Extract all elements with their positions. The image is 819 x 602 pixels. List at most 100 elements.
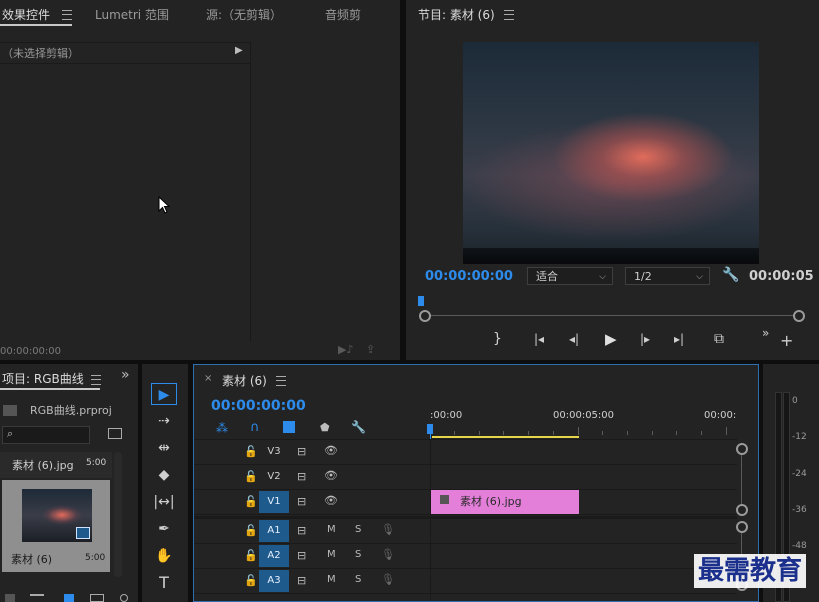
step-back-icon[interactable]: ◂|	[569, 332, 579, 346]
video-track-v2[interactable]: 🔓 V2 ⊟ 👁	[194, 465, 737, 490]
expand-triangle-icon[interactable]: ▶	[235, 45, 243, 56]
export-frame-icon[interactable]: ⧉	[714, 331, 724, 347]
project-item-selected[interactable]: 素材 (6) 5:00	[2, 480, 110, 572]
lock-track-icon[interactable]: 🔓	[244, 445, 258, 458]
snap-icon[interactable]: ⁂	[216, 421, 228, 435]
solo-button[interactable]: S	[355, 549, 361, 560]
marker-icon[interactable]: ⬟	[320, 421, 330, 434]
track-label-v1[interactable]: V1	[259, 491, 289, 513]
solo-button[interactable]: S	[355, 574, 361, 585]
tab-source[interactable]: 源:（无剪辑）	[206, 6, 282, 23]
lock-track-icon[interactable]: 🔓	[244, 524, 258, 537]
go-to-in-icon[interactable]: |◂	[534, 332, 544, 346]
go-to-out-icon[interactable]: ▸|	[674, 332, 684, 346]
track-label-a3[interactable]: A3	[259, 570, 289, 592]
sync-lock-icon[interactable]: ⊟	[297, 549, 306, 562]
track-label-a2[interactable]: A2	[259, 545, 289, 567]
freeform-view-icon[interactable]	[90, 594, 104, 602]
project-scrollbar[interactable]	[114, 452, 122, 577]
hand-tool-icon[interactable]: ✋	[151, 545, 177, 567]
add-marker-nest-icon[interactable]	[283, 421, 295, 433]
more-controls-icon[interactable]: »	[762, 326, 769, 340]
ripple-edit-tool-icon[interactable]: ⇹	[151, 437, 177, 459]
sync-lock-icon[interactable]: ⊟	[297, 445, 306, 458]
list-item[interactable]: 素材 (6).jpg 5:00	[0, 452, 112, 478]
eye-icon[interactable]: 👁	[324, 469, 338, 482]
track-select-tool-icon[interactable]: ⇢	[151, 410, 177, 432]
more-panels-icon[interactable]: »	[121, 367, 130, 383]
tab-audio-clip-mixer[interactable]: 音频剪	[325, 6, 361, 23]
audio-track-a2[interactable]: 🔓 A2 ⊟ M S 🎙	[194, 544, 737, 569]
pen-tool-icon[interactable]: ✒	[151, 518, 177, 540]
scroll-end-handle[interactable]	[793, 310, 805, 322]
mute-button[interactable]: M	[327, 524, 336, 535]
audio-track-a3[interactable]: 🔓 A3 ⊟ M S 🎙	[194, 569, 737, 594]
add-button-icon[interactable]: +	[780, 331, 793, 350]
effects-timecode[interactable]: 00:00:00:00	[0, 346, 61, 357]
linked-selection-icon[interactable]: ∩	[250, 420, 260, 435]
mark-out-icon[interactable]: }	[493, 331, 502, 347]
audio-vscroll-top[interactable]	[736, 521, 748, 533]
timeline-clip[interactable]: 素材 (6).jpg	[431, 490, 579, 514]
work-area-bar[interactable]	[432, 436, 579, 438]
play-audio-icon[interactable]: ▶♪	[338, 343, 353, 356]
time-ruler[interactable]	[430, 423, 738, 437]
timeline-settings-wrench-icon[interactable]: 🔧	[351, 420, 366, 434]
play-icon[interactable]: ▶	[605, 330, 617, 348]
step-forward-icon[interactable]: |▸	[640, 332, 650, 346]
scroll-start-handle[interactable]	[419, 310, 431, 322]
monitor-scrollbar[interactable]	[428, 315, 796, 316]
lock-track-icon[interactable]: 🔓	[244, 470, 258, 483]
panel-menu-icon[interactable]	[62, 10, 72, 20]
selection-tool-icon[interactable]: ▶	[151, 383, 177, 405]
panel-menu-icon[interactable]	[276, 376, 286, 386]
track-label-a1[interactable]: A1	[259, 520, 289, 542]
mute-button[interactable]: M	[327, 549, 336, 560]
fit-dropdown[interactable]: 适合 ⌵	[527, 267, 613, 285]
type-tool-icon[interactable]: T	[151, 572, 177, 594]
solo-button[interactable]: S	[355, 524, 361, 535]
audio-track-a1[interactable]: 🔓 A1 ⊟ M S 🎙	[194, 519, 737, 544]
sync-lock-icon[interactable]: ⊟	[297, 524, 306, 537]
panel-menu-icon[interactable]	[91, 375, 101, 385]
lock-track-icon[interactable]: 🔓	[244, 495, 258, 508]
sequence-tab[interactable]: 素材 (6)	[222, 372, 267, 389]
eye-icon[interactable]: 👁	[324, 494, 338, 507]
lock-track-icon[interactable]: 🔓	[244, 574, 258, 587]
slip-tool-icon[interactable]: |↔|	[151, 491, 177, 513]
microphone-icon[interactable]: 🎙	[381, 523, 395, 536]
timeline-timecode[interactable]: 00:00:00:00	[211, 398, 306, 414]
track-label-v3[interactable]: V3	[259, 441, 289, 463]
zoom-icon[interactable]	[120, 594, 128, 602]
lock-track-icon[interactable]: 🔓	[244, 549, 258, 562]
playhead-timecode[interactable]: 00:00:00:00	[425, 269, 513, 284]
microphone-icon[interactable]: 🎙	[381, 573, 395, 586]
tab-effect-controls[interactable]: 效果控件	[2, 6, 50, 23]
mute-button[interactable]: M	[327, 574, 336, 585]
sync-lock-icon[interactable]: ⊟	[297, 574, 306, 587]
resolution-dropdown[interactable]: 1/2 ⌵	[625, 267, 710, 285]
project-panel-title[interactable]: 项目: RGB曲线	[2, 370, 84, 387]
lock-icon[interactable]	[5, 594, 15, 602]
tab-lumetri-scopes[interactable]: Lumetri 范围	[95, 6, 169, 23]
close-icon[interactable]: ×	[204, 373, 212, 384]
track-label-v2[interactable]: V2	[259, 466, 289, 488]
sync-lock-icon[interactable]: ⊟	[297, 470, 306, 483]
export-icon[interactable]: ⇪	[366, 343, 375, 356]
timeline-playhead-marker[interactable]	[427, 424, 433, 434]
eye-icon[interactable]: 👁	[324, 444, 338, 457]
microphone-icon[interactable]: 🎙	[381, 548, 395, 561]
panel-menu-icon[interactable]	[504, 10, 514, 20]
razor-tool-icon[interactable]: ◆	[151, 464, 177, 486]
monitor-time-ruler[interactable]	[420, 298, 800, 312]
wrench-icon[interactable]: 🔧	[722, 267, 739, 283]
video-track-v3[interactable]: 🔓 V3 ⊟ 👁	[194, 440, 737, 465]
sync-lock-icon[interactable]: ⊟	[297, 495, 306, 508]
monitor-playhead[interactable]	[418, 296, 424, 306]
program-monitor-title[interactable]: 节目: 素材 (6)	[418, 6, 495, 23]
search-input[interactable]: ⌕	[2, 426, 90, 444]
icon-view-icon[interactable]	[64, 594, 74, 602]
video-vscroll-bottom[interactable]	[736, 504, 748, 516]
list-view-icon[interactable]	[30, 594, 44, 602]
new-bin-icon[interactable]	[108, 428, 122, 439]
